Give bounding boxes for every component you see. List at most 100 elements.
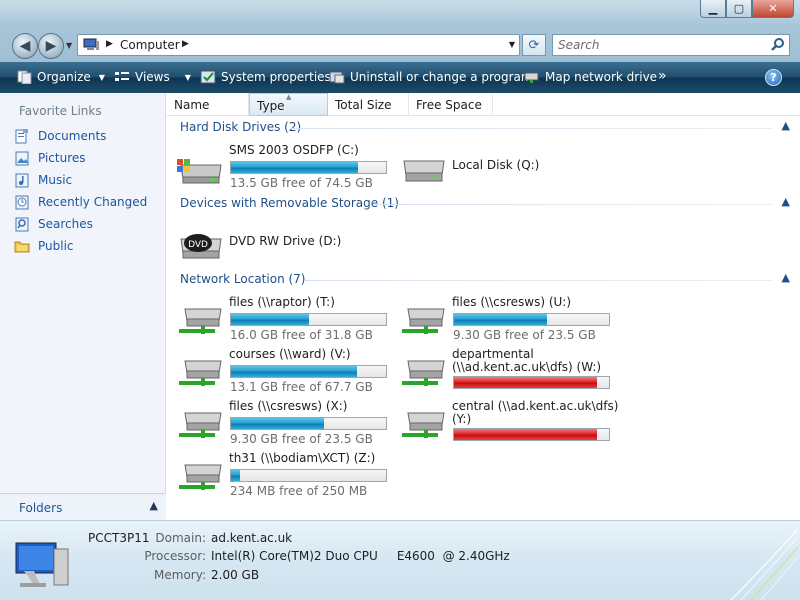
- drive-usage-bar: [453, 428, 610, 441]
- computer-icon: [15, 542, 69, 587]
- folders-bar[interactable]: Folders ▲: [0, 493, 166, 520]
- drive-item[interactable]: files (\\csresws) (X:) 9.30 GB free of 2…: [175, 399, 395, 447]
- drive-item[interactable]: th31 (\\bodiam\XCT) (Z:) 234 MB free of …: [175, 451, 395, 499]
- network-drive-icon: [402, 308, 445, 334]
- drive-item[interactable]: Local Disk (Q:): [398, 143, 618, 191]
- file-list: Name Type ▲ Total Size Free Space Hard D…: [167, 93, 800, 520]
- breadcrumb-computer[interactable]: Computer: [120, 38, 180, 52]
- breadcrumb-chevron-icon[interactable]: ▶: [182, 39, 189, 49]
- column-header-free-space[interactable]: Free Space: [409, 93, 493, 116]
- recent-pages-icon[interactable]: ▼: [66, 41, 72, 50]
- sidebar-item-pictures[interactable]: Pictures: [14, 150, 86, 166]
- address-dropdown-icon[interactable]: ▼: [509, 40, 515, 49]
- group-header-removable-storage[interactable]: Devices with Removable Storage (1) ▲: [173, 194, 794, 214]
- sidebar-item-label: Searches: [38, 217, 93, 231]
- drive-item[interactable]: courses (\\ward) (V:) 13.1 GB free of 67…: [175, 347, 395, 395]
- drive-item[interactable]: SMS 2003 OSDFP (C:) 13.5 GB free of 74.5…: [175, 143, 395, 191]
- breadcrumb-separator-icon[interactable]: ▶: [106, 39, 113, 49]
- minimize-button[interactable]: ▁: [700, 0, 726, 18]
- group-title: Hard Disk Drives (2): [180, 120, 302, 134]
- refresh-button[interactable]: ⟳: [522, 34, 546, 56]
- uninstall-program-button[interactable]: Uninstall or change a program: [329, 70, 533, 84]
- column-header-total-size[interactable]: Total Size: [328, 93, 409, 116]
- drive-item[interactable]: central (\\ad.kent.ac.uk\dfs) (Y:): [398, 399, 618, 447]
- drive-usage-bar: [230, 469, 387, 482]
- system-properties-button[interactable]: System properties: [200, 70, 331, 84]
- drive-name: departmental: [452, 347, 534, 361]
- map-network-drive-button[interactable]: Map network drive: [524, 70, 657, 84]
- group-header-network-location[interactable]: Network Location (7) ▲: [173, 270, 794, 290]
- drive-name: SMS 2003 OSDFP (C:): [229, 143, 359, 157]
- drive-name: courses (\\ward) (V:): [229, 347, 351, 361]
- search-input[interactable]: Search: [552, 34, 790, 56]
- drive-item[interactable]: files (\\csresws) (U:) 9.30 GB free of 2…: [398, 295, 618, 343]
- uninstall-label: Uninstall or change a program: [350, 70, 533, 84]
- sidebar-item-label: Documents: [38, 129, 107, 143]
- sidebar-item-music[interactable]: Music: [14, 172, 72, 188]
- network-drive-icon: [402, 412, 445, 438]
- sidebar-item-public[interactable]: Public: [14, 238, 74, 254]
- drive-usage-fill: [231, 418, 324, 429]
- drive-name: files (\\raptor) (T:): [229, 295, 335, 309]
- drive-name: Local Disk (Q:): [452, 158, 540, 172]
- column-header-type[interactable]: Type ▲: [249, 93, 328, 116]
- collapse-icon[interactable]: ▲: [782, 119, 790, 132]
- drive-free-space: 234 MB free of 250 MB: [230, 484, 368, 498]
- local-disk-icon: [403, 160, 445, 182]
- processor-value: Intel(R) Core(TM)2 Duo CPU E4600 @ 2.40G…: [211, 549, 510, 563]
- sidebar-item-recently-changed[interactable]: Recently Changed: [14, 194, 147, 210]
- help-button[interactable]: ?: [765, 69, 782, 86]
- address-bar[interactable]: ▶ Computer ▶ ▼: [77, 34, 520, 56]
- collapse-icon[interactable]: ▲: [782, 195, 790, 208]
- drive-item[interactable]: DVD DVD RW Drive (D:): [175, 219, 395, 267]
- drive-item[interactable]: departmental (\\ad.kent.ac.uk\dfs) (W:): [398, 347, 618, 395]
- group-divider: [305, 280, 772, 281]
- forward-button[interactable]: ▶: [38, 33, 64, 59]
- search-icon[interactable]: [771, 37, 785, 51]
- views-button[interactable]: Views ▼: [114, 70, 191, 84]
- memory-label: Memory:: [154, 568, 206, 582]
- network-drive-icon: [179, 360, 222, 386]
- uninstall-icon: [329, 71, 345, 84]
- group-title: Network Location (7): [180, 272, 306, 286]
- organize-label: Organize: [37, 70, 91, 84]
- drive-usage-bar: [230, 417, 387, 430]
- drive-name: th31 (\\bodiam\XCT) (Z:): [229, 451, 376, 465]
- search-placeholder: Search: [558, 38, 600, 52]
- back-button[interactable]: ◀: [12, 33, 38, 59]
- sidebar-item-label: Pictures: [38, 151, 86, 165]
- drive-free-space: 16.0 GB free of 31.8 GB: [230, 328, 373, 342]
- column-headers: Name Type ▲ Total Size Free Space: [167, 93, 800, 116]
- close-button[interactable]: ✕: [752, 0, 794, 18]
- group-header-hard-disk-drives[interactable]: Hard Disk Drives (2) ▲: [173, 118, 794, 138]
- sidebar-item-documents[interactable]: Documents: [14, 128, 106, 144]
- maximize-button[interactable]: ▢: [726, 0, 752, 18]
- domain-label: Domain:: [155, 531, 206, 545]
- drive-usage-fill: [454, 377, 597, 388]
- organize-button[interactable]: Organize ▼: [16, 70, 105, 84]
- more-commands-button[interactable]: »: [658, 68, 667, 84]
- system-properties-label: System properties: [221, 70, 331, 84]
- details-pane: PCCT3P11 Domain: ad.kent.ac.uk Processor…: [0, 520, 800, 600]
- drive-usage-fill: [231, 470, 241, 481]
- dvd-drive-icon: DVD: [180, 234, 222, 259]
- drive-free-space: 13.1 GB free of 67.7 GB: [230, 380, 373, 394]
- drive-item[interactable]: files (\\raptor) (T:) 16.0 GB free of 31…: [175, 295, 395, 343]
- recently-changed-icon: [15, 195, 29, 210]
- sidebar-item-label: Music: [38, 173, 73, 187]
- map-drive-icon: [524, 72, 539, 83]
- column-header-name[interactable]: Name: [167, 93, 249, 116]
- sidebar-item-searches[interactable]: Searches: [14, 216, 93, 232]
- explorer-window: ▁ ▢ ✕ ◀ ▶ ▼ ▶ Computer ▶ ▼ ⟳ Search Orga…: [0, 0, 800, 600]
- drive-name: DVD RW Drive (D:): [229, 234, 342, 248]
- domain-value: ad.kent.ac.uk: [211, 531, 293, 545]
- drive-name: central (\\ad.kent.ac.uk\dfs): [452, 399, 619, 413]
- collapse-icon[interactable]: ▲: [782, 271, 790, 284]
- drive-free-space: 9.30 GB free of 23.5 GB: [230, 432, 373, 446]
- system-properties-icon: [200, 70, 216, 84]
- group-divider: [291, 128, 772, 129]
- drive-usage-fill: [231, 162, 359, 173]
- drive-usage-bar: [230, 161, 387, 174]
- drive-name-line2: (Y:): [452, 412, 472, 426]
- views-icon: [115, 72, 129, 81]
